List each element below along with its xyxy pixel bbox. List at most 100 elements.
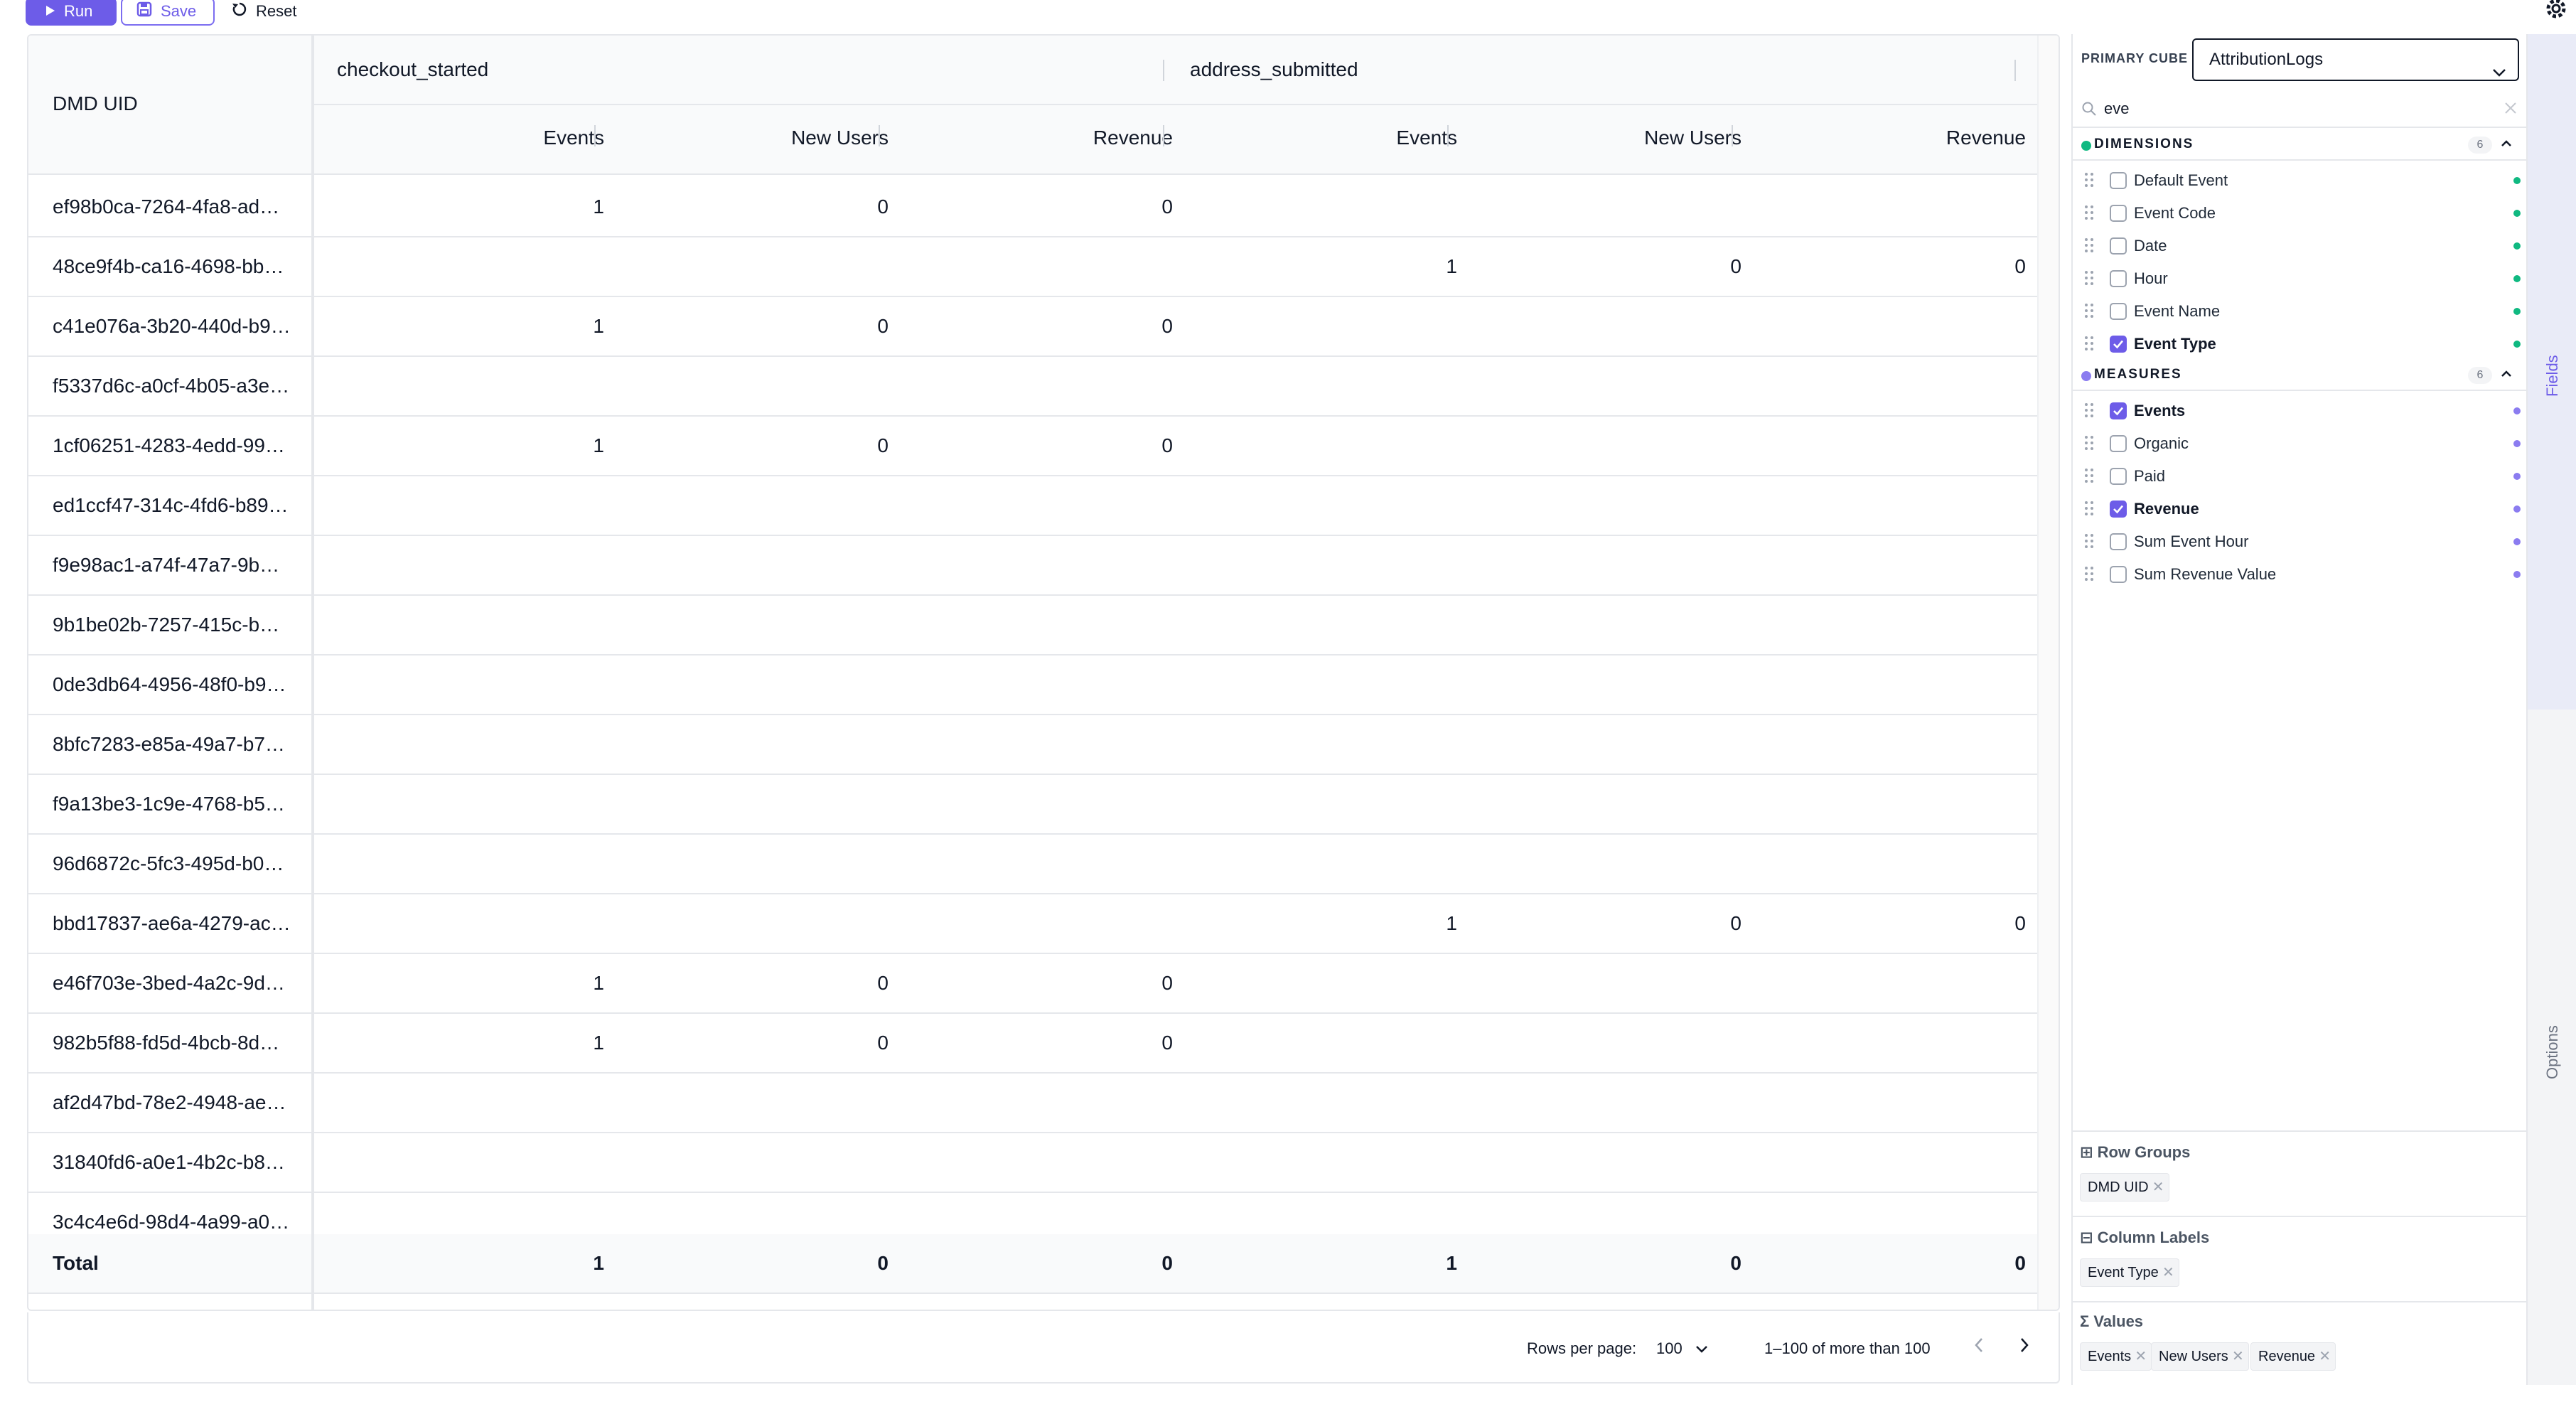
field-checkbox[interactable] [2110,336,2127,353]
col-header-new-users[interactable]: New Users [1621,127,1742,149]
header-dmd-uid[interactable]: DMD UID [53,92,138,115]
drag-handle-icon[interactable] [2084,237,2094,257]
chevron-down-icon [1695,1339,1708,1357]
rows-per-page-select[interactable]: 100 [1656,1339,1708,1358]
col-header-new-users[interactable]: New Users [768,127,889,149]
clear-search-icon[interactable] [2503,101,2518,119]
save-button[interactable]: Save [121,0,215,26]
chevron-up-icon[interactable] [2499,137,2513,154]
table-row[interactable]: 1cf06251-4283-4edd-99… 1 0 0 [28,417,2037,476]
table-row[interactable]: ef98b0ca-7264-4fa8-ad… 1 0 0 [28,178,2037,237]
field-item[interactable]: Paid [2073,459,2528,492]
row-value [1941,1074,2026,1132]
column-label-chip[interactable]: Event Type ✕ [2080,1258,2179,1287]
drag-handle-icon[interactable] [2084,336,2094,355]
field-search[interactable]: eve [2073,91,2528,128]
field-checkbox[interactable] [2110,566,2127,583]
value-chip[interactable]: Events ✕ [2080,1342,2152,1371]
primary-cube-select[interactable]: AttributionLogs [2192,38,2519,81]
gear-icon[interactable] [2542,0,2570,23]
remove-chip-icon[interactable]: ✕ [2319,1343,2331,1370]
field-item[interactable]: Hour [2073,262,2528,294]
column-resizer[interactable] [1163,125,1164,146]
field-checkbox[interactable] [2110,402,2127,419]
column-resizer[interactable] [2014,60,2016,81]
col-header-revenue[interactable]: Revenue [1898,127,2026,149]
dimensions-section-header[interactable]: DIMENSIONS 6 [2073,129,2528,161]
field-item[interactable]: Event Name [2073,294,2528,327]
field-checkbox[interactable] [2110,205,2127,222]
table-row[interactable]: 48ce9f4b-ca16-4698-bb… 1 0 0 [28,237,2037,297]
field-item[interactable]: Sum Event Hour [2073,525,2528,557]
drag-handle-icon[interactable] [2084,435,2094,454]
row-value [803,536,889,594]
search-input[interactable]: eve [2104,100,2129,118]
table-row[interactable]: 0de3db64-4956-48f0-b9… [28,655,2037,715]
remove-chip-icon[interactable]: ✕ [2162,1259,2174,1286]
next-page-button[interactable] [2019,1337,2030,1358]
drag-handle-icon[interactable] [2084,566,2094,585]
table-row[interactable]: bbd17837-ae6a-4279-ac… 1 0 0 [28,894,2037,954]
value-chip[interactable]: Revenue ✕ [2250,1342,2336,1371]
drag-handle-icon[interactable] [2084,402,2094,422]
field-checkbox[interactable] [2110,468,2127,485]
run-button[interactable]: Run [26,0,117,26]
tab-options[interactable]: Options [2543,1025,2562,1079]
field-item[interactable]: Date [2073,229,2528,262]
drag-handle-icon[interactable] [2084,205,2094,224]
drag-handle-icon[interactable] [2084,468,2094,487]
previous-page-button[interactable] [1973,1337,1985,1358]
drag-handle-icon[interactable] [2084,270,2094,289]
row-value [803,715,889,774]
remove-chip-icon[interactable]: ✕ [2135,1343,2147,1370]
column-resizer[interactable] [879,125,880,146]
col-header-events[interactable]: Events [1365,127,1457,149]
measures-section-header[interactable]: MEASURES 6 [2073,360,2528,391]
field-item[interactable]: Events [2073,394,2528,427]
table-row[interactable]: 982b5f88-fd5d-4bcb-8d… 1 0 0 [28,1014,2037,1074]
field-checkbox[interactable] [2110,172,2127,189]
row-group-chip[interactable]: DMD UID ✕ [2080,1173,2169,1202]
table-row[interactable]: f9a13be3-1c9e-4768-b5… [28,775,2037,835]
value-chip[interactable]: New Users ✕ [2151,1342,2249,1371]
field-item[interactable]: Revenue [2073,492,2528,525]
drag-handle-icon[interactable] [2084,172,2094,191]
table-row[interactable]: af2d47bd-78e2-4948-ae… [28,1074,2037,1133]
remove-chip-icon[interactable]: ✕ [2232,1343,2244,1370]
table-row[interactable]: f5337d6c-a0cf-4b05-a3e… [28,357,2037,417]
table-row[interactable]: f9e98ac1-a74f-47a7-9b… [28,536,2037,596]
col-header-revenue[interactable]: Revenue [1045,127,1173,149]
field-checkbox[interactable] [2110,270,2127,287]
field-item[interactable]: Organic [2073,427,2528,459]
reset-button[interactable]: Reset [226,0,311,26]
drag-handle-icon[interactable] [2084,501,2094,520]
field-checkbox[interactable] [2110,237,2127,255]
fields-panel: PRIMARY CUBE AttributionLogs eve DIMENSI… [2071,34,2528,1385]
field-checkbox[interactable] [2110,533,2127,550]
field-item[interactable]: Default Event [2073,164,2528,196]
table-row[interactable]: 9b1be02b-7257-415c-b… [28,596,2037,655]
field-checkbox[interactable] [2110,501,2127,518]
column-resizer[interactable] [1732,125,1733,146]
field-item[interactable]: Event Code [2073,196,2528,229]
field-item[interactable]: Event Type [2073,327,2528,360]
table-row[interactable]: e46f703e-3bed-4a2c-9d… 1 0 0 [28,954,2037,1014]
remove-chip-icon[interactable]: ✕ [2152,1174,2164,1201]
vertical-scrollbar[interactable] [2037,36,2059,1310]
column-resizer[interactable] [1163,60,1164,81]
table-row[interactable]: 8bfc7283-e85a-49a7-b7… [28,715,2037,775]
tab-fields[interactable]: Fields [2528,34,2576,710]
field-checkbox[interactable] [2110,303,2127,320]
column-resizer[interactable] [1447,125,1449,146]
field-item[interactable]: Sum Revenue Value [2073,557,2528,590]
table-row[interactable]: 96d6872c-5fc3-495d-b0… [28,835,2037,894]
field-checkbox[interactable] [2110,435,2127,452]
table-row[interactable]: c41e076a-3b20-440d-b9… 1 0 0 [28,297,2037,357]
table-row[interactable]: 31840fd6-a0e1-4b2c-b8… [28,1133,2037,1193]
drag-handle-icon[interactable] [2084,533,2094,552]
column-resizer[interactable] [594,125,596,146]
chevron-up-icon[interactable] [2499,367,2513,385]
col-header-events[interactable]: Events [512,127,604,149]
table-row[interactable]: ed1ccf47-314c-4fd6-b89… [28,476,2037,536]
drag-handle-icon[interactable] [2084,303,2094,322]
